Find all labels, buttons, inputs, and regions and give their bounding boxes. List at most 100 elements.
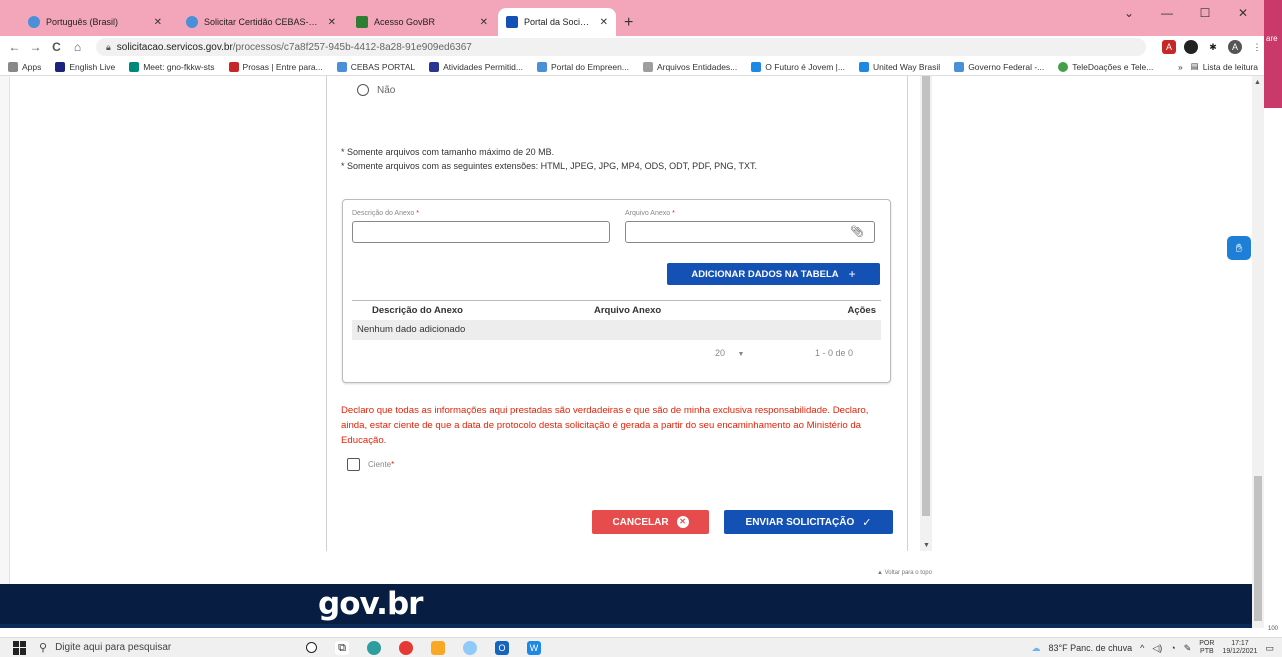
minimize-button[interactable]: —	[1148, 6, 1186, 20]
page-size-select[interactable]: 20 ▼	[715, 348, 744, 358]
attachment-file-input[interactable]: 📎︎	[625, 221, 875, 243]
new-tab-button[interactable]: +	[624, 14, 633, 32]
plus-icon: +	[848, 267, 856, 281]
accessibility-vlibras-icon[interactable]: ✋︎	[1227, 236, 1251, 260]
search-placeholder: Digite aqui para pesquisar	[55, 642, 172, 653]
upload-notes: * Somente arquivos com tamanho máximo de…	[341, 145, 757, 173]
task-view-icon[interactable]: ⧉	[335, 640, 349, 655]
lang-bottom: PTB	[1200, 648, 1214, 655]
scroll-up-arrow-icon[interactable]: ▲	[1254, 79, 1261, 86]
scroll-down-arrow-icon[interactable]: ▼	[923, 542, 930, 549]
tab-solicitar-certidao[interactable]: Solicitar Certidão CEBAS-Educaçã ✕	[178, 8, 344, 36]
add-to-table-button[interactable]: ADICIONAR DADOS NA TABELA +	[667, 263, 880, 285]
bookmark-arquivos[interactable]: Arquivos Entidades...	[642, 61, 738, 72]
clock[interactable]: 17:17 19/12/2021	[1222, 640, 1257, 656]
bookmark-prosas[interactable]: Prosas | Entre para...	[228, 61, 323, 72]
file-explorer-icon[interactable]	[431, 640, 445, 655]
bookmark-teledoacoes[interactable]: TeleDoações e Tele...	[1058, 61, 1154, 72]
chrome-icon[interactable]	[399, 640, 413, 655]
close-window-button[interactable]: ✕	[1224, 6, 1262, 20]
close-icon[interactable]: ✕	[154, 17, 162, 28]
url-domain: solicitacao.servicos.gov.br	[116, 41, 233, 53]
cancel-button[interactable]: CANCELAR ✕	[592, 510, 709, 534]
desc-label-text: Descrição do Anexo	[352, 210, 415, 217]
footer-strip	[0, 624, 1252, 628]
file-label-text: Arquivo Anexo	[625, 210, 671, 217]
table-row: Nenhum dado adicionado	[352, 320, 881, 340]
url-field[interactable]: 🔒︎ solicitacao.servicos.gov.br /processo…	[96, 38, 1146, 56]
close-icon[interactable]: ✕	[328, 17, 336, 28]
bookmark-governo-federal[interactable]: Governo Federal -...	[954, 61, 1044, 72]
outlook-icon[interactable]: O	[495, 640, 509, 655]
pen-icon[interactable]: ✎	[1184, 643, 1192, 654]
bookmarks-bar: Apps English Live Meet: gno-fkkw-sts Pro…	[0, 58, 1264, 76]
background-window-text: are	[1266, 34, 1278, 43]
paperclip-icon[interactable]: 📎︎	[850, 225, 864, 238]
ciente-label: Ciente	[368, 460, 392, 469]
weather-text[interactable]: 83°F Panc. de chuva	[1048, 643, 1132, 653]
home-button[interactable]: ⌂	[67, 40, 88, 54]
bookmark-label: United Way Brasil	[872, 61, 941, 72]
close-icon[interactable]: ✕	[600, 17, 608, 28]
word-icon[interactable]: W	[527, 640, 541, 655]
cortana-icon[interactable]	[306, 642, 317, 653]
menu-dots-icon[interactable]: ⋮	[1250, 40, 1264, 54]
url-path: /processos/c7a8f257-945b-4412-8a28-91e90…	[232, 41, 472, 53]
back-to-top-link[interactable]: ▲ Voltar para o topo	[877, 570, 932, 576]
bookmark-futuro-jovem[interactable]: O Futuro é Jovem |...	[751, 61, 845, 72]
puzzle-icon[interactable]: ✱	[1206, 40, 1220, 54]
forward-button[interactable]: →	[25, 40, 46, 54]
language-indicator[interactable]: POR PTB	[1199, 640, 1214, 656]
tab-portal-sociedade[interactable]: Portal da Sociedade - Informar D ✕	[498, 8, 616, 36]
panel-divider-left	[326, 76, 327, 551]
maximize-button[interactable]: ☐	[1186, 6, 1224, 20]
reading-list-button[interactable]: Lista de leitura	[1203, 62, 1258, 72]
tab-acesso-govbr[interactable]: Acesso GovBR ✕	[348, 8, 496, 36]
bookmark-english-live[interactable]: English Live	[55, 61, 115, 72]
bookmark-meet[interactable]: Meet: gno-fkkw-sts	[129, 61, 215, 72]
ciente-checkbox-row[interactable]: Ciente *	[347, 458, 394, 471]
taskbar-search[interactable]: ⚲ Digite aqui para pesquisar	[39, 639, 264, 657]
file-field-label: Arquivo Anexo *	[625, 210, 675, 217]
background-window-edge: are	[1264, 0, 1282, 108]
notification-icon[interactable]: ▭	[1265, 643, 1274, 654]
pdf-extension-icon[interactable]: A	[1162, 40, 1176, 54]
bookmark-label: Arquivos Entidades...	[656, 61, 738, 72]
close-icon[interactable]: ✕	[480, 17, 488, 28]
bookmark-united-way[interactable]: United Way Brasil	[858, 61, 941, 72]
page-scrollbar-thumb[interactable]	[1254, 476, 1262, 621]
network-icon[interactable]: ◔	[1170, 643, 1175, 653]
more-bookmarks-button[interactable]: »	[1178, 62, 1183, 72]
extension-icon[interactable]	[1184, 40, 1198, 54]
radio-option-nao[interactable]: Não	[357, 84, 395, 96]
form-scrollbar-thumb[interactable]	[922, 76, 930, 516]
page-scrollbar[interactable]: ▲	[1252, 76, 1264, 628]
bookmark-apps[interactable]: Apps	[8, 61, 41, 72]
app-icon[interactable]	[463, 640, 477, 655]
tab-portugues[interactable]: Português (Brasil) ✕	[20, 8, 170, 36]
bookmark-portal-empreendedor[interactable]: Portal do Empreen...	[536, 61, 629, 72]
window-controls: ⌄ — ☐ ✕	[1110, 6, 1262, 20]
chevron-up-icon[interactable]: ^	[1140, 643, 1144, 653]
speaker-icon[interactable]: ◁)	[1152, 643, 1162, 654]
edge-icon[interactable]	[367, 640, 381, 655]
globe-icon	[336, 61, 347, 72]
checkmark-icon: ✓	[862, 516, 872, 529]
windows-start-icon[interactable]	[13, 640, 27, 655]
lang-top: POR	[1199, 640, 1215, 647]
send-request-button[interactable]: ENVIAR SOLICITAÇÃO ✓	[724, 510, 893, 534]
declaration-text: Declaro que todas as informações aqui pr…	[341, 405, 869, 446]
radio-button[interactable]	[357, 84, 369, 96]
tab-search-button[interactable]: ⌄	[1110, 6, 1148, 20]
bookmark-label: TeleDoações e Tele...	[1072, 61, 1154, 72]
form-scrollbar[interactable]: ▼	[920, 76, 932, 551]
portal-icon	[506, 16, 518, 28]
bookmark-cebas-portal[interactable]: CEBAS PORTAL	[336, 61, 415, 72]
profile-avatar-icon[interactable]: A	[1228, 40, 1242, 54]
ciente-checkbox[interactable]	[347, 458, 360, 471]
reload-button[interactable]: C	[46, 40, 67, 54]
back-button[interactable]: ←	[4, 40, 25, 54]
bookmark-atividades[interactable]: Atividades Permitid...	[429, 61, 523, 72]
globe-icon	[536, 61, 547, 72]
attachment-description-input[interactable]	[352, 221, 610, 243]
